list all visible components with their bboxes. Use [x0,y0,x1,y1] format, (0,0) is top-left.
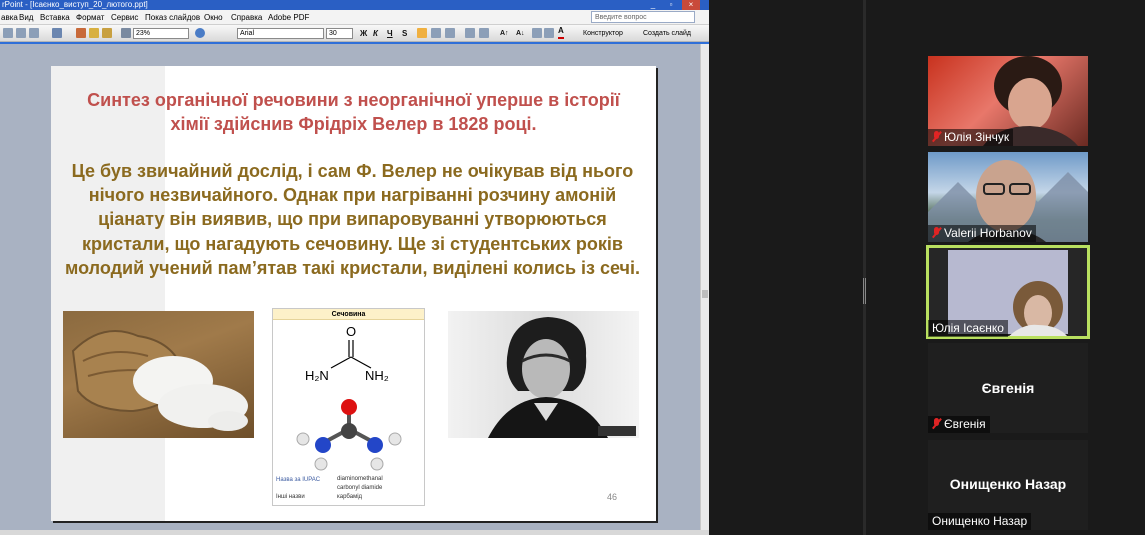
slide-number: 46 [607,492,618,502]
infobox-header: Сечовина [273,309,424,320]
urea-sack-illustration [71,330,248,431]
participant-name-label: Valerii Horbanov [928,225,1036,242]
participant-name-label: Юлія Ісаєнко [928,320,1008,337]
new-slide-button[interactable]: Создать слайд [643,25,691,42]
menu-item-insert-partial[interactable]: авка [1,10,18,25]
participant-name: Онищенко Назар [932,514,1028,528]
bold-icon[interactable]: Ж [360,25,367,42]
decrease-font-icon[interactable]: A↓ [516,25,525,42]
participant-tile[interactable]: Юлія Зінчук [928,56,1088,146]
svg-text:O: O [346,324,356,339]
splitter-grip[interactable] [863,278,866,304]
urea-infobox: Сечовина O H₂N NH₂ Назва за IUPAC diamin… [272,308,425,506]
maximize-icon[interactable]: ▫ [662,0,680,10]
other-names-label: Інші назви [276,494,305,500]
designer-button[interactable]: Конструктор [583,25,623,42]
participant-avatar-name: Євгенія [981,380,1035,396]
participant-tile[interactable]: Valerii Horbanov [928,152,1088,242]
font-color-icon[interactable]: A [558,25,564,39]
menu-item-adobe-pdf[interactable]: Adobe PDF [268,10,309,25]
participant-name: Євгенія [944,417,986,431]
font-family-select[interactable]: Arial [237,28,324,39]
svg-text:H₂N: H₂N [305,368,329,383]
table-icon[interactable] [121,28,131,38]
mic-muted-icon [932,418,941,429]
slide-title: Синтез органічної речовини з неорганічно… [87,90,620,134]
print-icon[interactable] [29,28,39,38]
participant-name-label: Онищенко Назар [928,513,1032,530]
horizontal-scrollbar[interactable] [0,530,709,535]
paste-icon[interactable] [102,28,112,38]
wohler-portrait-image [448,311,639,438]
font-size-select[interactable]: 30 [326,28,353,39]
slide-body-text: Це був звичайний дослід, і сам Ф. Велер … [65,161,640,278]
urea-sack-image [63,311,254,438]
align-right-icon[interactable] [445,28,455,38]
iupac-label: Назва за IUPAC [276,477,321,483]
help-icon[interactable] [195,28,205,38]
italic-icon[interactable]: К [373,25,378,42]
portrait-illustration [488,317,636,438]
svg-text:NH₂: NH₂ [365,368,389,383]
urea-structure-diagram: O H₂N NH₂ [296,324,402,471]
scrollbar-thumb[interactable] [702,290,708,298]
increase-indent-icon[interactable] [544,28,554,38]
shadow-icon[interactable]: S [402,25,407,42]
copy-icon[interactable] [89,28,99,38]
other-names-value: карбамід [337,494,363,500]
menu-item-help[interactable]: Справка [231,10,262,25]
numbering-icon[interactable] [465,28,475,38]
menu-item-format[interactable]: Формат [76,10,104,25]
powerpoint-window: rPoint - [Ісаєнко_виступ_20_лютого.ppt] … [0,0,709,535]
mic-muted-icon [932,227,941,238]
menu-item-window[interactable]: Окно [204,10,223,25]
underline-icon[interactable]: Ч [387,25,393,42]
participant-name: Valerii Horbanov [944,226,1032,240]
align-center-icon[interactable] [431,28,441,38]
ppt-toolbar: 23% Arial 30 Ж К Ч S A↑ A↓ A Конструктор… [0,25,709,42]
panel-splitter[interactable] [863,0,866,535]
participant-name-label: Юлія Зінчук [928,129,1014,146]
bullets-icon[interactable] [479,28,489,38]
zoom-select[interactable]: 23% [133,28,189,39]
save-icon[interactable] [16,28,26,38]
participant-tile[interactable]: Онищенко Назар Онищенко Назар [928,440,1088,530]
increase-font-icon[interactable]: A↑ [500,25,509,42]
menu-item-slideshow[interactable]: Показ слайдов [145,10,200,25]
screen: rPoint - [Ісаєнко_виступ_20_лютого.ppt] … [0,0,1145,535]
participant-name: Юлія Зінчук [944,130,1010,144]
help-search-input[interactable]: Введите вопрос [591,11,695,23]
open-icon[interactable] [3,28,13,38]
iupac-value-2: carbonyl diamide [337,485,383,491]
participant-name: Юлія Ісаєнко [932,321,1004,335]
minimize-icon[interactable]: _ [644,0,662,10]
close-icon[interactable]: × [682,0,700,10]
decrease-indent-icon[interactable] [532,28,542,38]
participant-name-label: Євгенія [928,416,990,433]
iupac-value-1: diaminomethanal [337,476,383,482]
ppt-window-title: rPoint - [Ісаєнко_виступ_20_лютого.ppt] [2,0,148,9]
participant-tile-active-speaker[interactable]: Юлія Ісаєнко [926,245,1090,339]
cut-icon[interactable] [76,28,86,38]
mic-muted-icon [932,131,941,142]
ppt-menubar: авка Вид Вставка Формат Сервис Показ сла… [0,10,709,25]
ppt-titlebar: rPoint - [Ісаєнко_виступ_20_лютого.ppt] … [0,0,709,10]
undo-icon[interactable] [52,28,62,38]
participant-tile[interactable]: Євгенія Євгенія [928,343,1088,433]
vertical-scrollbar[interactable] [700,44,709,530]
menu-item-view[interactable]: Вид [19,10,33,25]
participant-avatar-name: Онищенко Назар [949,476,1067,492]
menu-item-insert[interactable]: Вставка [40,10,70,25]
align-left-icon[interactable] [417,28,427,38]
menu-item-service[interactable]: Сервис [111,10,138,25]
slide[interactable]: Синтез органічної речовини з неорганічно… [51,66,656,521]
